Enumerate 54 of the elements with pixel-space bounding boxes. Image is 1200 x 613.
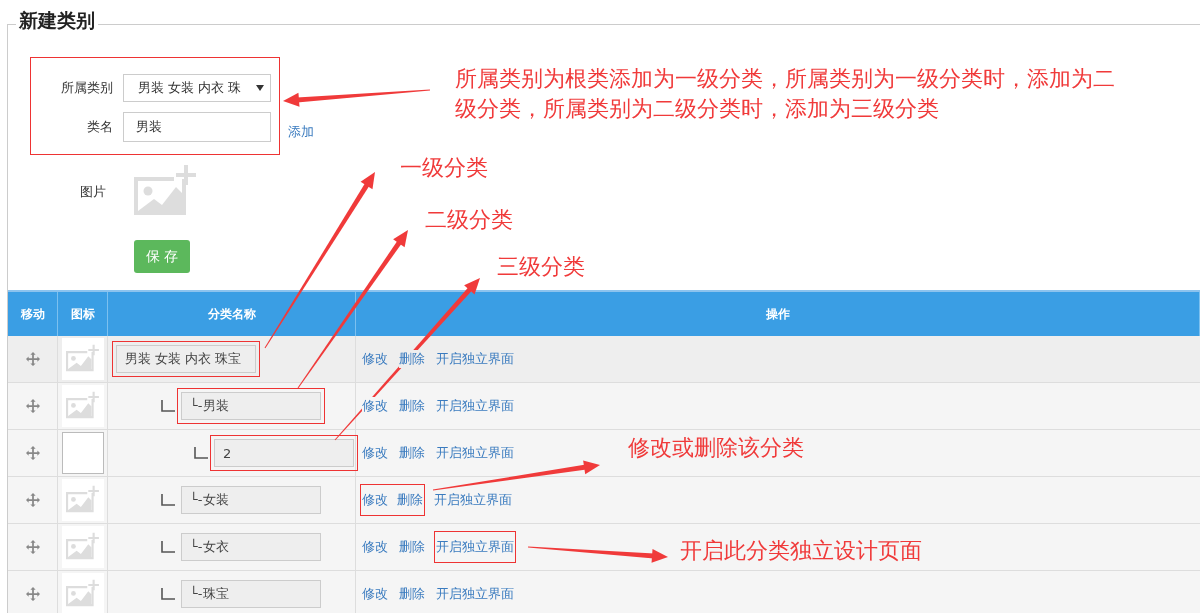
action-link[interactable]: 删除 (399, 350, 425, 368)
field-label: 图片 (79, 183, 106, 201)
action-link[interactable]: 删除 (397, 491, 423, 509)
category-name-field[interactable]: 男装 (123, 112, 271, 142)
image-placeholder-icon (65, 532, 100, 562)
action-link[interactable]: 修改 (362, 350, 388, 368)
category-name-field[interactable]: 男装 女装 内衣 珠宝 (116, 345, 256, 373)
move-icon[interactable] (25, 540, 40, 554)
move-icon[interactable] (25, 493, 40, 507)
annotation-text: 一级分类 (400, 154, 488, 182)
action-link[interactable]: 删除 (399, 444, 425, 462)
category-name-field[interactable]: └-女装 (181, 486, 321, 514)
annotation-text: 开启此分类独立设计页面 (680, 537, 922, 565)
action-link[interactable]: 修改 (362, 397, 388, 415)
action-link[interactable]: 修改 (362, 538, 388, 556)
action-link[interactable]: 修改 (362, 491, 388, 509)
action-link[interactable]: 删除 (399, 538, 425, 556)
annotation-text: 三级分类 (497, 253, 585, 281)
tree-connector-icon (161, 541, 175, 553)
action-link[interactable]: 开启独立界面 (436, 444, 514, 462)
parent-category-select[interactable]: 男装 女装 内衣 珠 (123, 74, 271, 102)
action-link[interactable]: 开启独立界面 (434, 491, 512, 509)
move-icon[interactable] (25, 352, 40, 366)
image-placeholder-icon (65, 344, 100, 374)
image-placeholder-icon (65, 579, 100, 609)
add-link[interactable]: 添加 (288, 123, 314, 141)
image-placeholder-icon (65, 485, 100, 515)
tree-connector-icon (161, 588, 175, 600)
annotation-text: 所属类别为根类添加为一级分类，所属类别为一级分类时，添加为二级分类，所属类别为二级分类时，添加为三级分类 (455, 65, 1116, 123)
category-name-field[interactable]: └-男装 (181, 392, 321, 420)
image-placeholder-icon (65, 391, 100, 421)
action-link[interactable]: 开启独立界面 (436, 350, 514, 368)
action-link[interactable]: 开启独立界面 (436, 538, 514, 556)
field-label: 所属类别 (60, 79, 113, 97)
action-link[interactable]: 修改 (362, 444, 388, 462)
save-button[interactable]: 保 存 (134, 240, 190, 273)
move-icon[interactable] (25, 399, 40, 413)
category-name-field[interactable]: └-女衣 (181, 533, 321, 561)
tree-connector-icon (194, 447, 208, 459)
tree-connector-icon (161, 400, 175, 412)
action-link[interactable]: 开启独立界面 (436, 585, 514, 603)
field-label: 类名 (86, 118, 113, 136)
action-link[interactable]: 删除 (399, 585, 425, 603)
category-name-field[interactable]: └-珠宝 (181, 580, 321, 608)
action-link[interactable]: 修改 (362, 585, 388, 603)
category-name-field[interactable]: 2 (214, 439, 354, 467)
tree-connector-icon (161, 494, 175, 506)
annotation-text: 修改或删除该分类 (628, 434, 804, 462)
move-icon[interactable] (25, 587, 40, 601)
action-link[interactable]: 删除 (399, 397, 425, 415)
caret-icon (256, 85, 264, 91)
action-link[interactable]: 开启独立界面 (436, 397, 514, 415)
move-icon[interactable] (25, 446, 40, 460)
annotation-text: 二级分类 (425, 206, 513, 234)
